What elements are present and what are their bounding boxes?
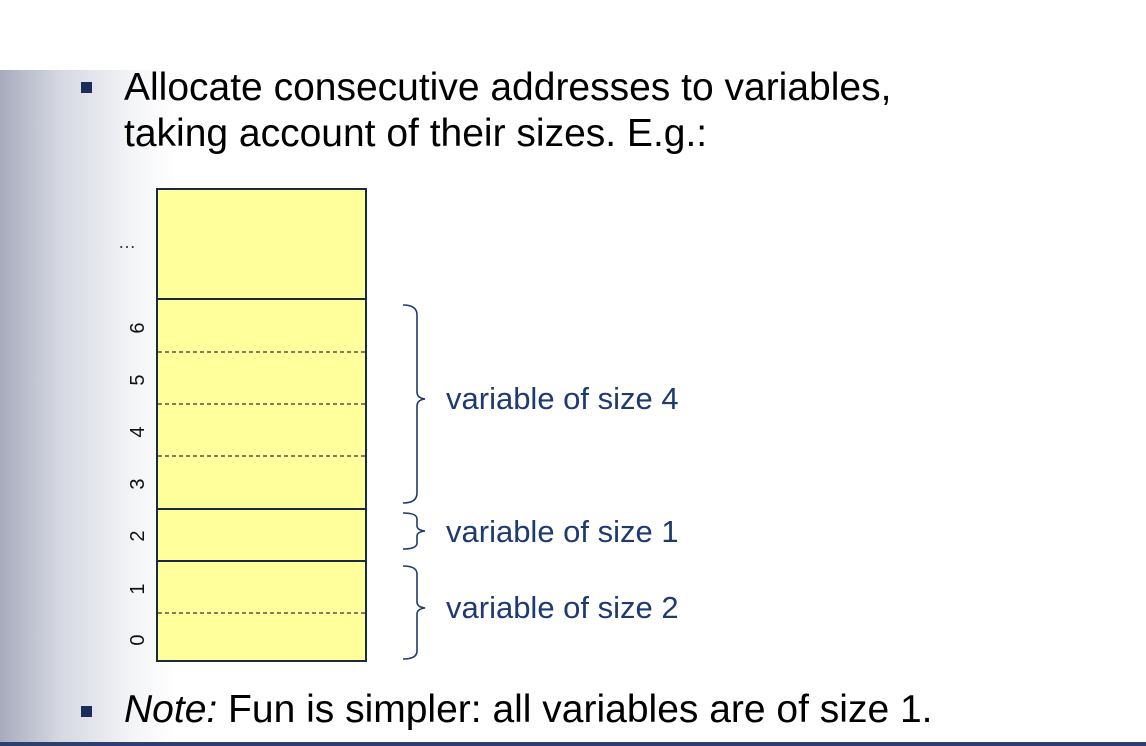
address-label-1: 1 [127, 583, 149, 595]
more-addresses-ellipsis: … [118, 232, 137, 252]
memory-block-var-size-1 [156, 508, 367, 562]
bullet-marker [81, 706, 92, 717]
address-label-4: 4 [127, 426, 149, 438]
label-var-size-1: variable of size 1 [446, 514, 679, 549]
address-label-0: 0 [127, 634, 149, 646]
label-var-size-2: variable of size 2 [446, 590, 679, 625]
address-label-3: 3 [127, 478, 149, 490]
memory-block-more [156, 188, 367, 300]
brace-var-size-1 [402, 512, 426, 550]
address-label-6: 6 [127, 322, 149, 334]
note-prefix: Note: [124, 688, 218, 731]
address-label-2: 2 [127, 530, 149, 542]
memory-diagram [156, 188, 426, 662]
note-text: Note: Fun is simpler: all variables are … [124, 688, 933, 732]
brace-var-size-4 [402, 304, 426, 504]
memory-block-var-size-2 [156, 560, 367, 662]
note-body: Fun is simpler: all variables are of siz… [217, 688, 933, 731]
label-var-size-4: variable of size 4 [446, 381, 679, 416]
brace-var-size-2 [402, 565, 426, 660]
address-label-5: 5 [127, 374, 149, 386]
